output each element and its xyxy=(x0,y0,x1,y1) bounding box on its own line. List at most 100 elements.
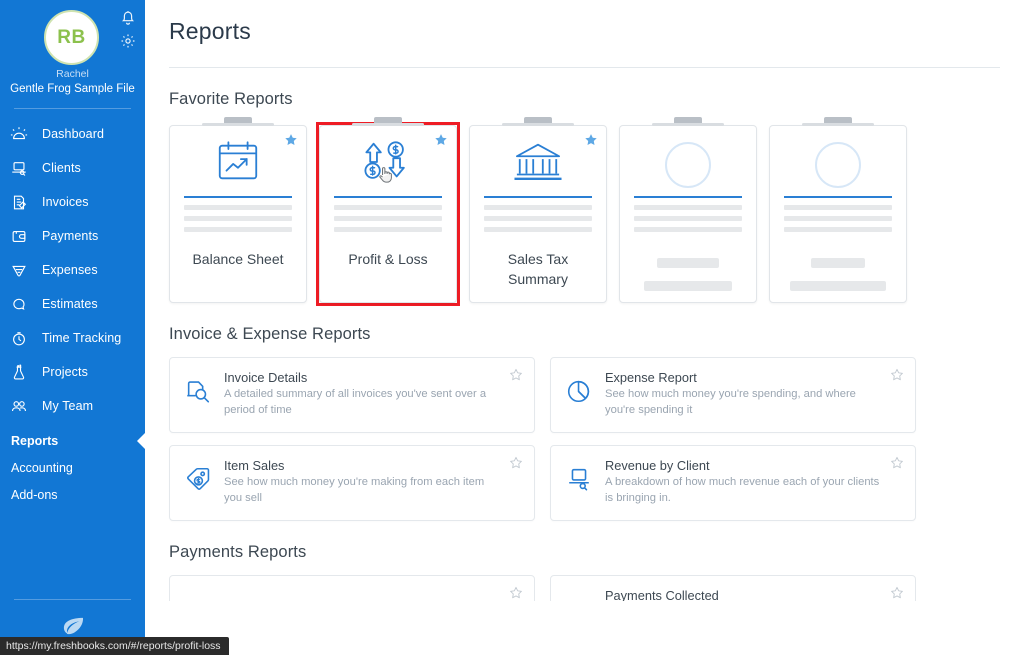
sidebar-item-clients[interactable]: Clients xyxy=(0,151,145,185)
pie-chart-icon xyxy=(565,370,605,405)
report-list-item-body: Invoice Details A detailed summary of al… xyxy=(224,370,522,419)
report-card-placeholder[interactable] xyxy=(769,125,907,303)
report-list-item-expense-report[interactable]: Expense Report See how much money you're… xyxy=(550,357,916,433)
section-title-payments: Payments Reports xyxy=(145,521,1024,562)
invoice-magnifier-icon xyxy=(184,370,224,405)
report-list-item-payments-collected[interactable]: Payments Collected xyxy=(550,575,916,601)
sidebar-item-invoices[interactable]: Invoices xyxy=(0,185,145,219)
sidebar-item-label: Clients xyxy=(36,161,81,175)
report-list-item-revenue-by-client[interactable]: Revenue by Client A breakdown of how muc… xyxy=(550,445,916,521)
star-outline-icon[interactable] xyxy=(509,456,523,475)
star-outline-icon[interactable] xyxy=(890,368,904,387)
avatar[interactable]: RB xyxy=(44,10,99,65)
sidebar-secondary-nav: Reports Accounting Add-ons xyxy=(0,423,145,508)
bell-icon[interactable] xyxy=(120,10,136,27)
sidebar-item-accounting[interactable]: Accounting xyxy=(0,454,145,481)
placeholder-icon xyxy=(565,588,605,595)
clipboard-clip-icon xyxy=(674,117,702,126)
sidebar-item-payments[interactable]: Payments xyxy=(0,219,145,253)
app-root: RB Rachel Gentle Frog xyxy=(0,0,1024,655)
time-tracking-icon xyxy=(10,327,36,349)
card-placeholder-lines xyxy=(620,188,756,232)
page-title: Reports xyxy=(145,0,1024,45)
sidebar-item-label: Time Tracking xyxy=(36,331,121,345)
report-list-item-invoice-details[interactable]: Invoice Details A detailed summary of al… xyxy=(169,357,535,433)
sidebar-item-dashboard[interactable]: Dashboard xyxy=(0,117,145,151)
section-title-favorites: Favorite Reports xyxy=(145,68,1024,109)
report-list-item-body: Payments Collected xyxy=(605,588,903,601)
estimates-icon xyxy=(10,293,36,315)
sidebar-header: RB Rachel Gentle Frog xyxy=(0,0,145,108)
sidebar-item-label: Expenses xyxy=(36,263,98,277)
sidebar: RB Rachel Gentle Frog xyxy=(0,0,145,655)
main-content: Reports Favorite Reports xyxy=(145,0,1024,655)
sidebar-item-add-ons[interactable]: Add-ons xyxy=(0,481,145,508)
clipboard-clip-icon xyxy=(524,117,552,126)
payments-card-clip xyxy=(169,575,535,601)
sidebar-user-name: Rachel xyxy=(0,68,145,80)
star-outline-icon[interactable] xyxy=(890,456,904,475)
invoices-icon xyxy=(10,191,36,213)
report-card-profit-loss[interactable]: Profit & Loss xyxy=(319,125,457,303)
sidebar-item-label: My Team xyxy=(36,399,93,413)
report-list-item-description: See how much money you're making from ea… xyxy=(224,475,500,507)
status-bar-url: https://my.freshbooks.com/#/reports/prof… xyxy=(0,637,229,655)
report-list-item-title: Payments Collected xyxy=(605,588,881,601)
star-outline-icon[interactable] xyxy=(509,586,523,601)
report-card-label: Balance Sheet xyxy=(170,238,306,270)
payments-icon xyxy=(10,225,36,247)
clipboard-clip-icon xyxy=(374,117,402,126)
report-list-item-title: Expense Report xyxy=(605,370,881,385)
sidebar-item-label: Estimates xyxy=(36,297,98,311)
clipboard-clip-icon xyxy=(824,117,852,126)
section-title-invoice-expense: Invoice & Expense Reports xyxy=(145,303,1024,344)
favorite-card-wrapper-selected: Profit & Loss xyxy=(319,125,457,303)
report-card-sales-tax-summary[interactable]: Sales Tax Summary xyxy=(469,125,607,303)
invoice-expense-grid: Invoice Details A detailed summary of al… xyxy=(145,344,1024,521)
expenses-icon xyxy=(10,259,36,281)
card-placeholder-lines xyxy=(770,188,906,232)
sidebar-nav: Dashboard Clients xyxy=(0,109,145,423)
report-list-item-payments-blank[interactable] xyxy=(169,575,535,601)
placeholder-circle-icon xyxy=(620,126,756,188)
card-placeholder-lines xyxy=(320,188,456,232)
star-outline-icon[interactable] xyxy=(509,368,523,387)
tag-dollar-icon xyxy=(184,458,224,493)
placeholder-text-blocks xyxy=(770,238,906,291)
card-placeholder-lines xyxy=(170,188,306,232)
sidebar-item-my-team[interactable]: My Team xyxy=(0,389,145,423)
report-list-item-body: Revenue by Client A breakdown of how muc… xyxy=(605,458,903,507)
favorite-card-wrapper: Sales Tax Summary xyxy=(469,125,607,303)
gear-icon[interactable] xyxy=(120,33,136,49)
report-list-item-item-sales[interactable]: Item Sales See how much money you're mak… xyxy=(169,445,535,521)
sidebar-item-projects[interactable]: Projects xyxy=(0,355,145,389)
calendar-chart-icon xyxy=(170,126,306,188)
report-list-item-title: Revenue by Client xyxy=(605,458,881,473)
report-card-placeholder[interactable] xyxy=(619,125,757,303)
favorite-card-wrapper-placeholder xyxy=(769,125,907,303)
sidebar-item-label: Invoices xyxy=(36,195,89,209)
sidebar-item-expenses[interactable]: Expenses xyxy=(0,253,145,287)
projects-icon xyxy=(10,361,36,383)
sidebar-item-label: Projects xyxy=(36,365,88,379)
client-revenue-icon xyxy=(565,458,605,493)
sidebar-item-time-tracking[interactable]: Time Tracking xyxy=(0,321,145,355)
bank-icon xyxy=(470,126,606,188)
report-card-label: Profit & Loss xyxy=(320,238,456,270)
sidebar-bottom-divider xyxy=(14,599,131,600)
sidebar-item-estimates[interactable]: Estimates xyxy=(0,287,145,321)
sidebar-company-name: Gentle Frog Sample File xyxy=(0,83,145,95)
report-list-item-description: See how much money you're spending, and … xyxy=(605,387,881,419)
placeholder-circle-icon xyxy=(770,126,906,188)
report-list-item-body: Expense Report See how much money you're… xyxy=(605,370,903,419)
report-list-item-description: A breakdown of how much revenue each of … xyxy=(605,475,881,507)
star-outline-icon[interactable] xyxy=(890,586,904,601)
report-card-balance-sheet[interactable]: Balance Sheet xyxy=(169,125,307,303)
report-list-item-body xyxy=(224,588,522,590)
sidebar-header-icons xyxy=(120,10,136,49)
sidebar-item-reports[interactable]: Reports xyxy=(0,427,145,454)
favorite-card-wrapper: Balance Sheet xyxy=(169,125,307,303)
sidebar-item-label: Reports xyxy=(11,434,58,448)
my-team-icon xyxy=(10,395,36,417)
dashboard-icon xyxy=(10,123,36,145)
